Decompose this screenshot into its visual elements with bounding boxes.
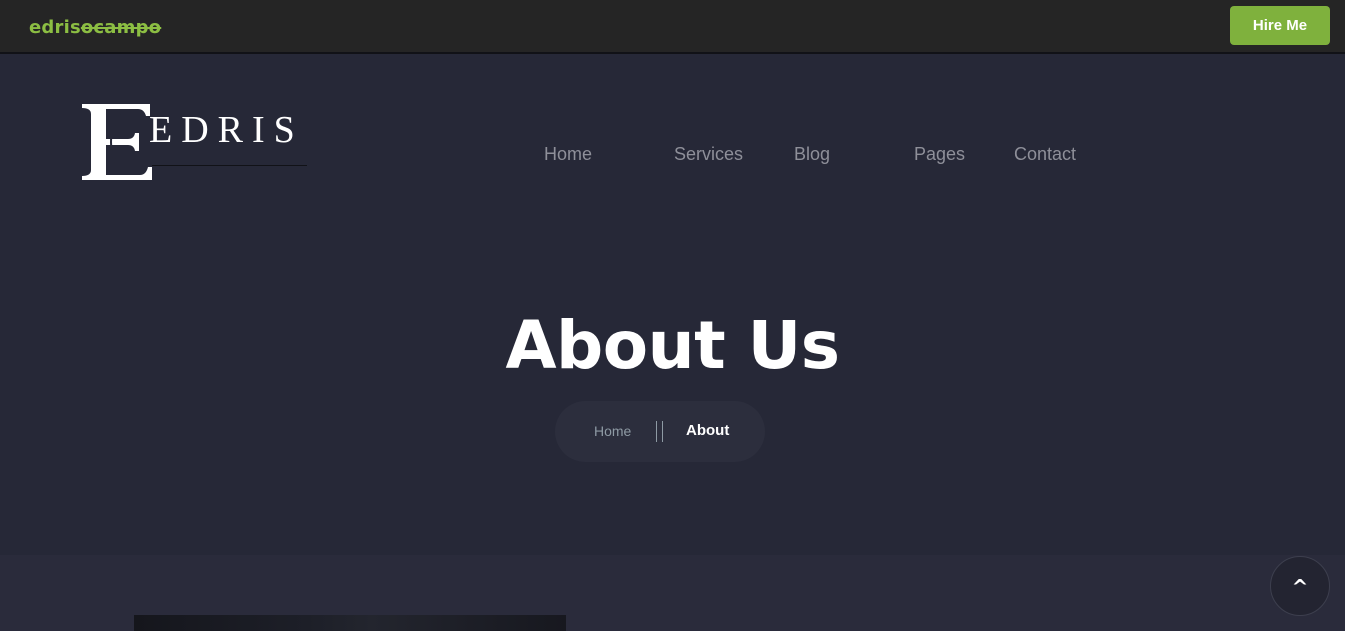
about-image <box>134 615 566 631</box>
breadcrumb-separator <box>656 421 663 442</box>
site-brand-link[interactable]: edrisocampo <box>29 17 161 39</box>
nav-item-services[interactable]: Services <box>674 142 743 166</box>
breadcrumb: Home About <box>555 401 765 462</box>
hero-section: EDRIS Home Services Blog Pages Contact A… <box>0 54 1345 555</box>
breadcrumb-home-link[interactable]: Home <box>594 422 631 440</box>
nav-item-home[interactable]: Home <box>544 142 592 166</box>
nav-item-pages[interactable]: Pages <box>914 142 965 166</box>
about-section <box>0 555 1345 631</box>
brand-suffix: ocampo <box>80 17 162 38</box>
brand-prefix: edris <box>29 17 81 38</box>
nav-item-contact[interactable]: Contact <box>1014 142 1076 166</box>
hire-me-button[interactable]: Hire Me <box>1230 6 1330 45</box>
top-bar: edrisocampo Hire Me <box>0 0 1345 54</box>
breadcrumb-current: About <box>686 422 730 439</box>
nav-item-blog[interactable]: Blog <box>794 142 830 166</box>
page-title: About Us <box>505 307 840 384</box>
main-nav: Home Services Blog Pages Contact <box>0 142 1345 166</box>
chevron-up-icon: ^ <box>1291 575 1309 599</box>
back-to-top-button[interactable]: ^ <box>1270 556 1330 616</box>
